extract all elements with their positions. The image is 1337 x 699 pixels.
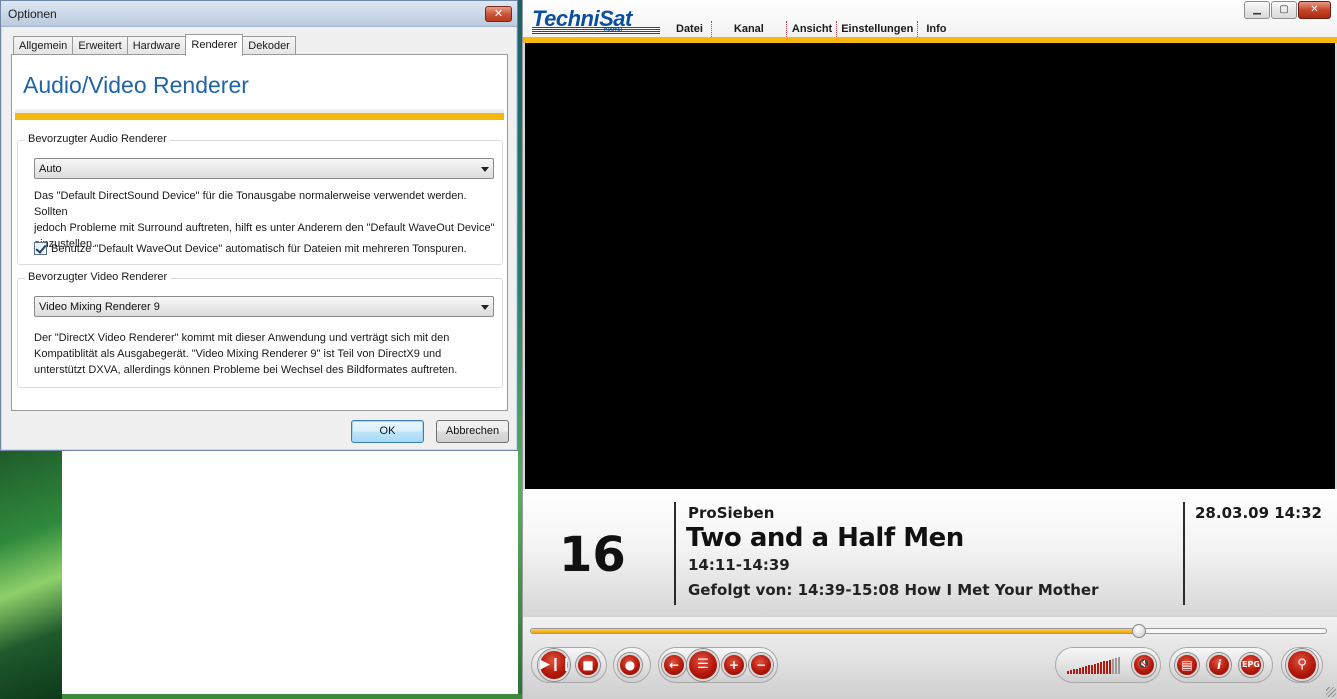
volume-bar: [1112, 659, 1114, 674]
dialog-title: Optionen: [8, 7, 57, 21]
volume-bar: [1091, 664, 1093, 674]
control-bar: ▶❙❙ ■ ● ← ☰ + − 🔇 ▤ i EPG ⚲: [523, 617, 1337, 699]
dialog-titlebar[interactable]: Optionen ✕: [1, 1, 517, 27]
volume-bar: [1073, 669, 1075, 674]
program-info-panel: 16 ProSieben Two and a Half Men 14:11-14…: [523, 489, 1337, 617]
video-renderer-group: Bevorzugter Video Renderer Video Mixing …: [17, 271, 503, 388]
record-button[interactable]: ●: [618, 653, 642, 677]
date-time: 28.03.09 14:32: [1195, 504, 1322, 522]
volume-bar: [1103, 661, 1105, 674]
seek-handle[interactable]: [1132, 624, 1147, 638]
maximize-button[interactable]: ▢: [1271, 1, 1297, 19]
menu-ansicht[interactable]: Ansicht: [787, 21, 838, 37]
resize-grip[interactable]: [1326, 687, 1336, 697]
audio-desc-line: jedoch Probleme mit Surround auftreten, …: [34, 222, 495, 234]
volume-bar: [1118, 657, 1120, 674]
mute-button[interactable]: 🔇: [1132, 653, 1156, 677]
logo-stripes: [532, 27, 660, 34]
heading-accent-bar: [15, 113, 504, 120]
channel-number: 16: [559, 527, 626, 583]
search-button[interactable]: ⚲: [1286, 649, 1318, 681]
waveout-checkbox-label[interactable]: Benutze "Default WaveOut Device" automat…: [51, 243, 467, 255]
teletext-button[interactable]: ▤: [1175, 653, 1199, 677]
tab-hardware[interactable]: Hardware: [126, 36, 187, 55]
volume-bar: [1106, 660, 1108, 674]
program-time: 14:11-14:39: [688, 556, 790, 574]
volume-bar: [1109, 659, 1111, 674]
technisat-logo: TechniSat DIGITAL: [532, 6, 660, 34]
volume-bar: [1067, 671, 1069, 674]
video-renderer-select[interactable]: Video Mixing Renderer 9: [34, 296, 494, 317]
technisat-player-window: TechniSat DIGITAL Datei Kanal Ansicht Ei…: [522, 0, 1337, 699]
next-program: Gefolgt von: 14:39-15:08 How I Met Your …: [688, 581, 1099, 599]
volume-bar: [1094, 663, 1096, 674]
info-button[interactable]: i: [1207, 653, 1231, 677]
menu-datei[interactable]: Datei: [668, 21, 712, 37]
video-desc-line: Kompatiblität als Ausgabegerät. "Video M…: [34, 348, 442, 360]
volume-bar: [1115, 658, 1117, 674]
waveout-checkbox[interactable]: [34, 242, 47, 255]
tab-allgemein[interactable]: Allgemein: [13, 36, 74, 55]
volume-bar: [1085, 666, 1087, 674]
options-dialog: Optionen ✕ Allgemein Erweitert Hardware …: [0, 0, 518, 451]
volume-bar: [1076, 668, 1078, 674]
volume-bar: [1082, 667, 1084, 674]
channel-list-button[interactable]: ☰: [687, 649, 719, 681]
volume-bar: [1100, 662, 1102, 674]
volume-bar: [1079, 667, 1081, 674]
video-renderer-value: Video Mixing Renderer 9: [39, 301, 160, 313]
back-button[interactable]: ←: [662, 653, 686, 677]
window-controls: ▁ ▢ ✕: [1243, 1, 1331, 19]
ok-button[interactable]: OK: [351, 420, 424, 443]
chevron-down-icon: [481, 305, 489, 310]
desktop-wallpaper-bottom: [62, 694, 524, 699]
player-titlebar[interactable]: TechniSat DIGITAL Datei Kanal Ansicht Ei…: [523, 0, 1337, 43]
tab-dekoder[interactable]: Dekoder: [242, 36, 296, 55]
menu-einstellungen[interactable]: Einstellungen: [837, 21, 919, 37]
tab-erweitert[interactable]: Erweitert: [72, 36, 128, 55]
volume-bar: [1097, 663, 1099, 674]
menu-bar: Datei Kanal Ansicht Einstellungen Info: [668, 21, 955, 37]
audio-renderer-group: Bevorzugter Audio Renderer Auto Das "Def…: [17, 133, 503, 265]
minimize-button[interactable]: ▁: [1244, 1, 1270, 19]
close-button[interactable]: ✕: [1298, 1, 1331, 19]
chevron-down-icon: [481, 167, 489, 172]
video-desc-line: unterstützt DXVA, allerdings können Prob…: [34, 364, 458, 376]
stop-button[interactable]: ■: [576, 653, 600, 677]
audio-group-legend: Bevorzugter Audio Renderer: [25, 133, 170, 145]
tab-strip: Allgemein Erweitert Hardware Renderer De…: [13, 34, 296, 56]
panel-heading: Audio/Video Renderer: [23, 72, 249, 98]
audio-desc-line: Das "Default DirectSound Device" für die…: [34, 190, 467, 218]
channel-up-button[interactable]: +: [722, 653, 746, 677]
video-description: Der "DirectX Video Renderer" kommt mit d…: [34, 330, 500, 378]
menu-kanal[interactable]: Kanal: [712, 21, 787, 37]
program-title: Two and a Half Men: [686, 523, 964, 553]
epg-button[interactable]: EPG: [1239, 653, 1263, 677]
seek-bar[interactable]: [530, 624, 1327, 638]
dialog-close-button[interactable]: ✕: [485, 6, 512, 22]
waveout-checkbox-row[interactable]: Benutze "Default WaveOut Device" automat…: [34, 242, 467, 255]
desktop-wallpaper: [0, 448, 62, 699]
divider: [1183, 502, 1185, 605]
channel-down-button[interactable]: −: [749, 653, 773, 677]
volume-bar: [1088, 665, 1090, 674]
logo-subtext: DIGITAL: [604, 28, 624, 34]
volume-bar: [1070, 670, 1072, 674]
menu-info[interactable]: Info: [918, 21, 954, 37]
channel-name: ProSieben: [688, 504, 775, 522]
audio-renderer-value: Auto: [39, 163, 62, 175]
play-pause-button[interactable]: ▶❙❙: [538, 649, 572, 681]
volume-slider[interactable]: [1067, 656, 1125, 674]
divider: [674, 502, 676, 605]
tab-renderer[interactable]: Renderer: [185, 34, 244, 56]
video-group-legend: Bevorzugter Video Renderer: [25, 271, 171, 283]
cancel-button[interactable]: Abbrechen: [436, 420, 509, 443]
video-area[interactable]: [525, 43, 1335, 489]
renderer-panel: Audio/Video Renderer Bevorzugter Audio R…: [11, 54, 508, 411]
audio-renderer-select[interactable]: Auto: [34, 158, 494, 179]
seek-progress: [531, 629, 1140, 633]
video-desc-line: Der "DirectX Video Renderer" kommt mit d…: [34, 332, 450, 344]
